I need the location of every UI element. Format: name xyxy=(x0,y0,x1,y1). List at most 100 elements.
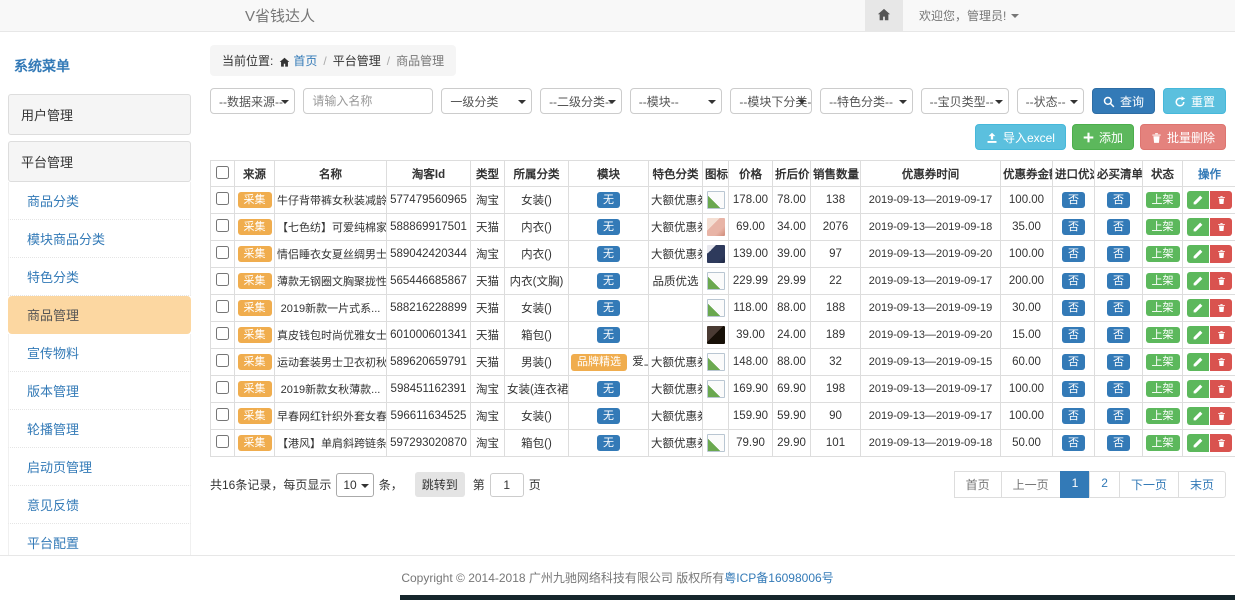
row-checkbox[interactable] xyxy=(216,273,229,286)
import-select-button[interactable]: 否 xyxy=(1062,192,1085,208)
page-number-input[interactable] xyxy=(490,473,524,497)
jump-to-button[interactable]: 跳转到 xyxy=(415,472,465,497)
delete-button[interactable] xyxy=(1210,299,1232,317)
status-button[interactable]: 上架 xyxy=(1146,192,1180,208)
must-buy-button[interactable]: 否 xyxy=(1107,300,1130,316)
page-button[interactable]: 2 xyxy=(1089,471,1120,498)
sidebar-item[interactable]: 商品分类 xyxy=(8,182,191,220)
page-button[interactable]: 首页 xyxy=(954,471,1002,498)
import-select-button[interactable]: 否 xyxy=(1062,381,1085,397)
name-search-input[interactable] xyxy=(303,88,433,114)
module-none-button[interactable]: 无 xyxy=(597,219,620,235)
sidebar-item[interactable]: 特色分类 xyxy=(8,258,191,296)
sidebar-item[interactable]: 用户管理 xyxy=(8,94,191,135)
module-none-button[interactable]: 无 xyxy=(597,192,620,208)
status-button[interactable]: 上架 xyxy=(1146,354,1180,370)
edit-button[interactable] xyxy=(1187,272,1209,290)
filter-select[interactable]: 一级分类 xyxy=(441,88,532,114)
sidebar-item[interactable]: 意见反馈 xyxy=(8,486,191,524)
row-checkbox[interactable] xyxy=(216,192,229,205)
sidebar-item[interactable]: 商品管理 xyxy=(8,296,191,334)
status-button[interactable]: 上架 xyxy=(1146,381,1180,397)
must-buy-button[interactable]: 否 xyxy=(1107,435,1130,451)
row-checkbox[interactable] xyxy=(216,219,229,232)
sidebar-item[interactable]: 启动页管理 xyxy=(8,448,191,486)
edit-button[interactable] xyxy=(1187,434,1209,452)
row-checkbox[interactable] xyxy=(216,354,229,367)
status-button[interactable]: 上架 xyxy=(1146,408,1180,424)
must-buy-button[interactable]: 否 xyxy=(1107,273,1130,289)
status-button[interactable]: 上架 xyxy=(1146,327,1180,343)
sidebar-item[interactable]: 轮播管理 xyxy=(8,410,191,448)
status-button[interactable]: 上架 xyxy=(1146,435,1180,451)
delete-button[interactable] xyxy=(1210,326,1232,344)
filter-select[interactable]: --特色分类-- xyxy=(820,88,913,114)
delete-button[interactable] xyxy=(1210,380,1232,398)
must-buy-button[interactable]: 否 xyxy=(1107,327,1130,343)
add-button[interactable]: 添加 xyxy=(1072,124,1134,150)
sidebar-item[interactable]: 平台管理 xyxy=(8,141,191,182)
reset-button[interactable]: 重置 xyxy=(1163,88,1226,114)
user-menu[interactable]: 欢迎您，管理员! xyxy=(903,7,1019,24)
delete-button[interactable] xyxy=(1210,272,1232,290)
module-none-button[interactable]: 无 xyxy=(597,327,620,343)
breadcrumb-home-link[interactable]: 首页 xyxy=(293,54,317,68)
filter-select[interactable]: --宝贝类型-- xyxy=(921,88,1009,114)
status-button[interactable]: 上架 xyxy=(1146,246,1180,262)
delete-button[interactable] xyxy=(1210,191,1232,209)
status-button[interactable]: 上架 xyxy=(1146,300,1180,316)
row-checkbox[interactable] xyxy=(216,246,229,259)
import-select-button[interactable]: 否 xyxy=(1062,300,1085,316)
page-size-select[interactable]: 10 xyxy=(336,473,373,497)
filter-select[interactable]: --二级分类-- xyxy=(540,88,622,114)
module-none-button[interactable]: 无 xyxy=(597,300,620,316)
icp-link[interactable]: 粤ICP备16098006号 xyxy=(724,571,833,585)
import-excel-button[interactable]: 导入excel xyxy=(975,124,1066,150)
page-button[interactable]: 上一页 xyxy=(1001,471,1061,498)
filter-select[interactable]: --状态-- xyxy=(1017,88,1084,114)
must-buy-button[interactable]: 否 xyxy=(1107,381,1130,397)
import-select-button[interactable]: 否 xyxy=(1062,273,1085,289)
page-button[interactable]: 1 xyxy=(1060,471,1091,498)
import-select-button[interactable]: 否 xyxy=(1062,246,1085,262)
must-buy-button[interactable]: 否 xyxy=(1107,219,1130,235)
sidebar-item[interactable]: 版本管理 xyxy=(8,372,191,410)
data-source-select[interactable]: --数据来源-- xyxy=(210,88,295,114)
import-select-button[interactable]: 否 xyxy=(1062,354,1085,370)
module-none-button[interactable]: 无 xyxy=(597,246,620,262)
delete-button[interactable] xyxy=(1210,218,1232,236)
row-checkbox[interactable] xyxy=(216,381,229,394)
module-none-button[interactable]: 无 xyxy=(597,381,620,397)
delete-button[interactable] xyxy=(1210,353,1232,371)
filter-select[interactable]: --模块-- xyxy=(630,88,723,114)
home-button[interactable] xyxy=(865,0,903,31)
batch-delete-button[interactable]: 批量删除 xyxy=(1140,124,1226,150)
search-button[interactable]: 查询 xyxy=(1092,88,1155,114)
page-button[interactable]: 下一页 xyxy=(1119,471,1179,498)
edit-button[interactable] xyxy=(1187,353,1209,371)
sidebar-item[interactable]: 模块商品分类 xyxy=(8,220,191,258)
status-button[interactable]: 上架 xyxy=(1146,219,1180,235)
delete-button[interactable] xyxy=(1210,407,1232,425)
delete-button[interactable] xyxy=(1210,434,1232,452)
import-select-button[interactable]: 否 xyxy=(1062,408,1085,424)
row-checkbox[interactable] xyxy=(216,408,229,421)
import-select-button[interactable]: 否 xyxy=(1062,219,1085,235)
edit-button[interactable] xyxy=(1187,326,1209,344)
row-checkbox[interactable] xyxy=(216,327,229,340)
edit-button[interactable] xyxy=(1187,380,1209,398)
must-buy-button[interactable]: 否 xyxy=(1107,192,1130,208)
select-all-checkbox[interactable] xyxy=(216,166,229,179)
edit-button[interactable] xyxy=(1187,218,1209,236)
page-button[interactable]: 末页 xyxy=(1178,471,1226,498)
sidebar-item[interactable]: 宣传物料 xyxy=(8,334,191,372)
row-checkbox[interactable] xyxy=(216,300,229,313)
module-none-button[interactable]: 无 xyxy=(597,435,620,451)
module-none-button[interactable]: 无 xyxy=(597,408,620,424)
must-buy-button[interactable]: 否 xyxy=(1107,354,1130,370)
edit-button[interactable] xyxy=(1187,245,1209,263)
edit-button[interactable] xyxy=(1187,299,1209,317)
import-select-button[interactable]: 否 xyxy=(1062,435,1085,451)
status-button[interactable]: 上架 xyxy=(1146,273,1180,289)
edit-button[interactable] xyxy=(1187,407,1209,425)
